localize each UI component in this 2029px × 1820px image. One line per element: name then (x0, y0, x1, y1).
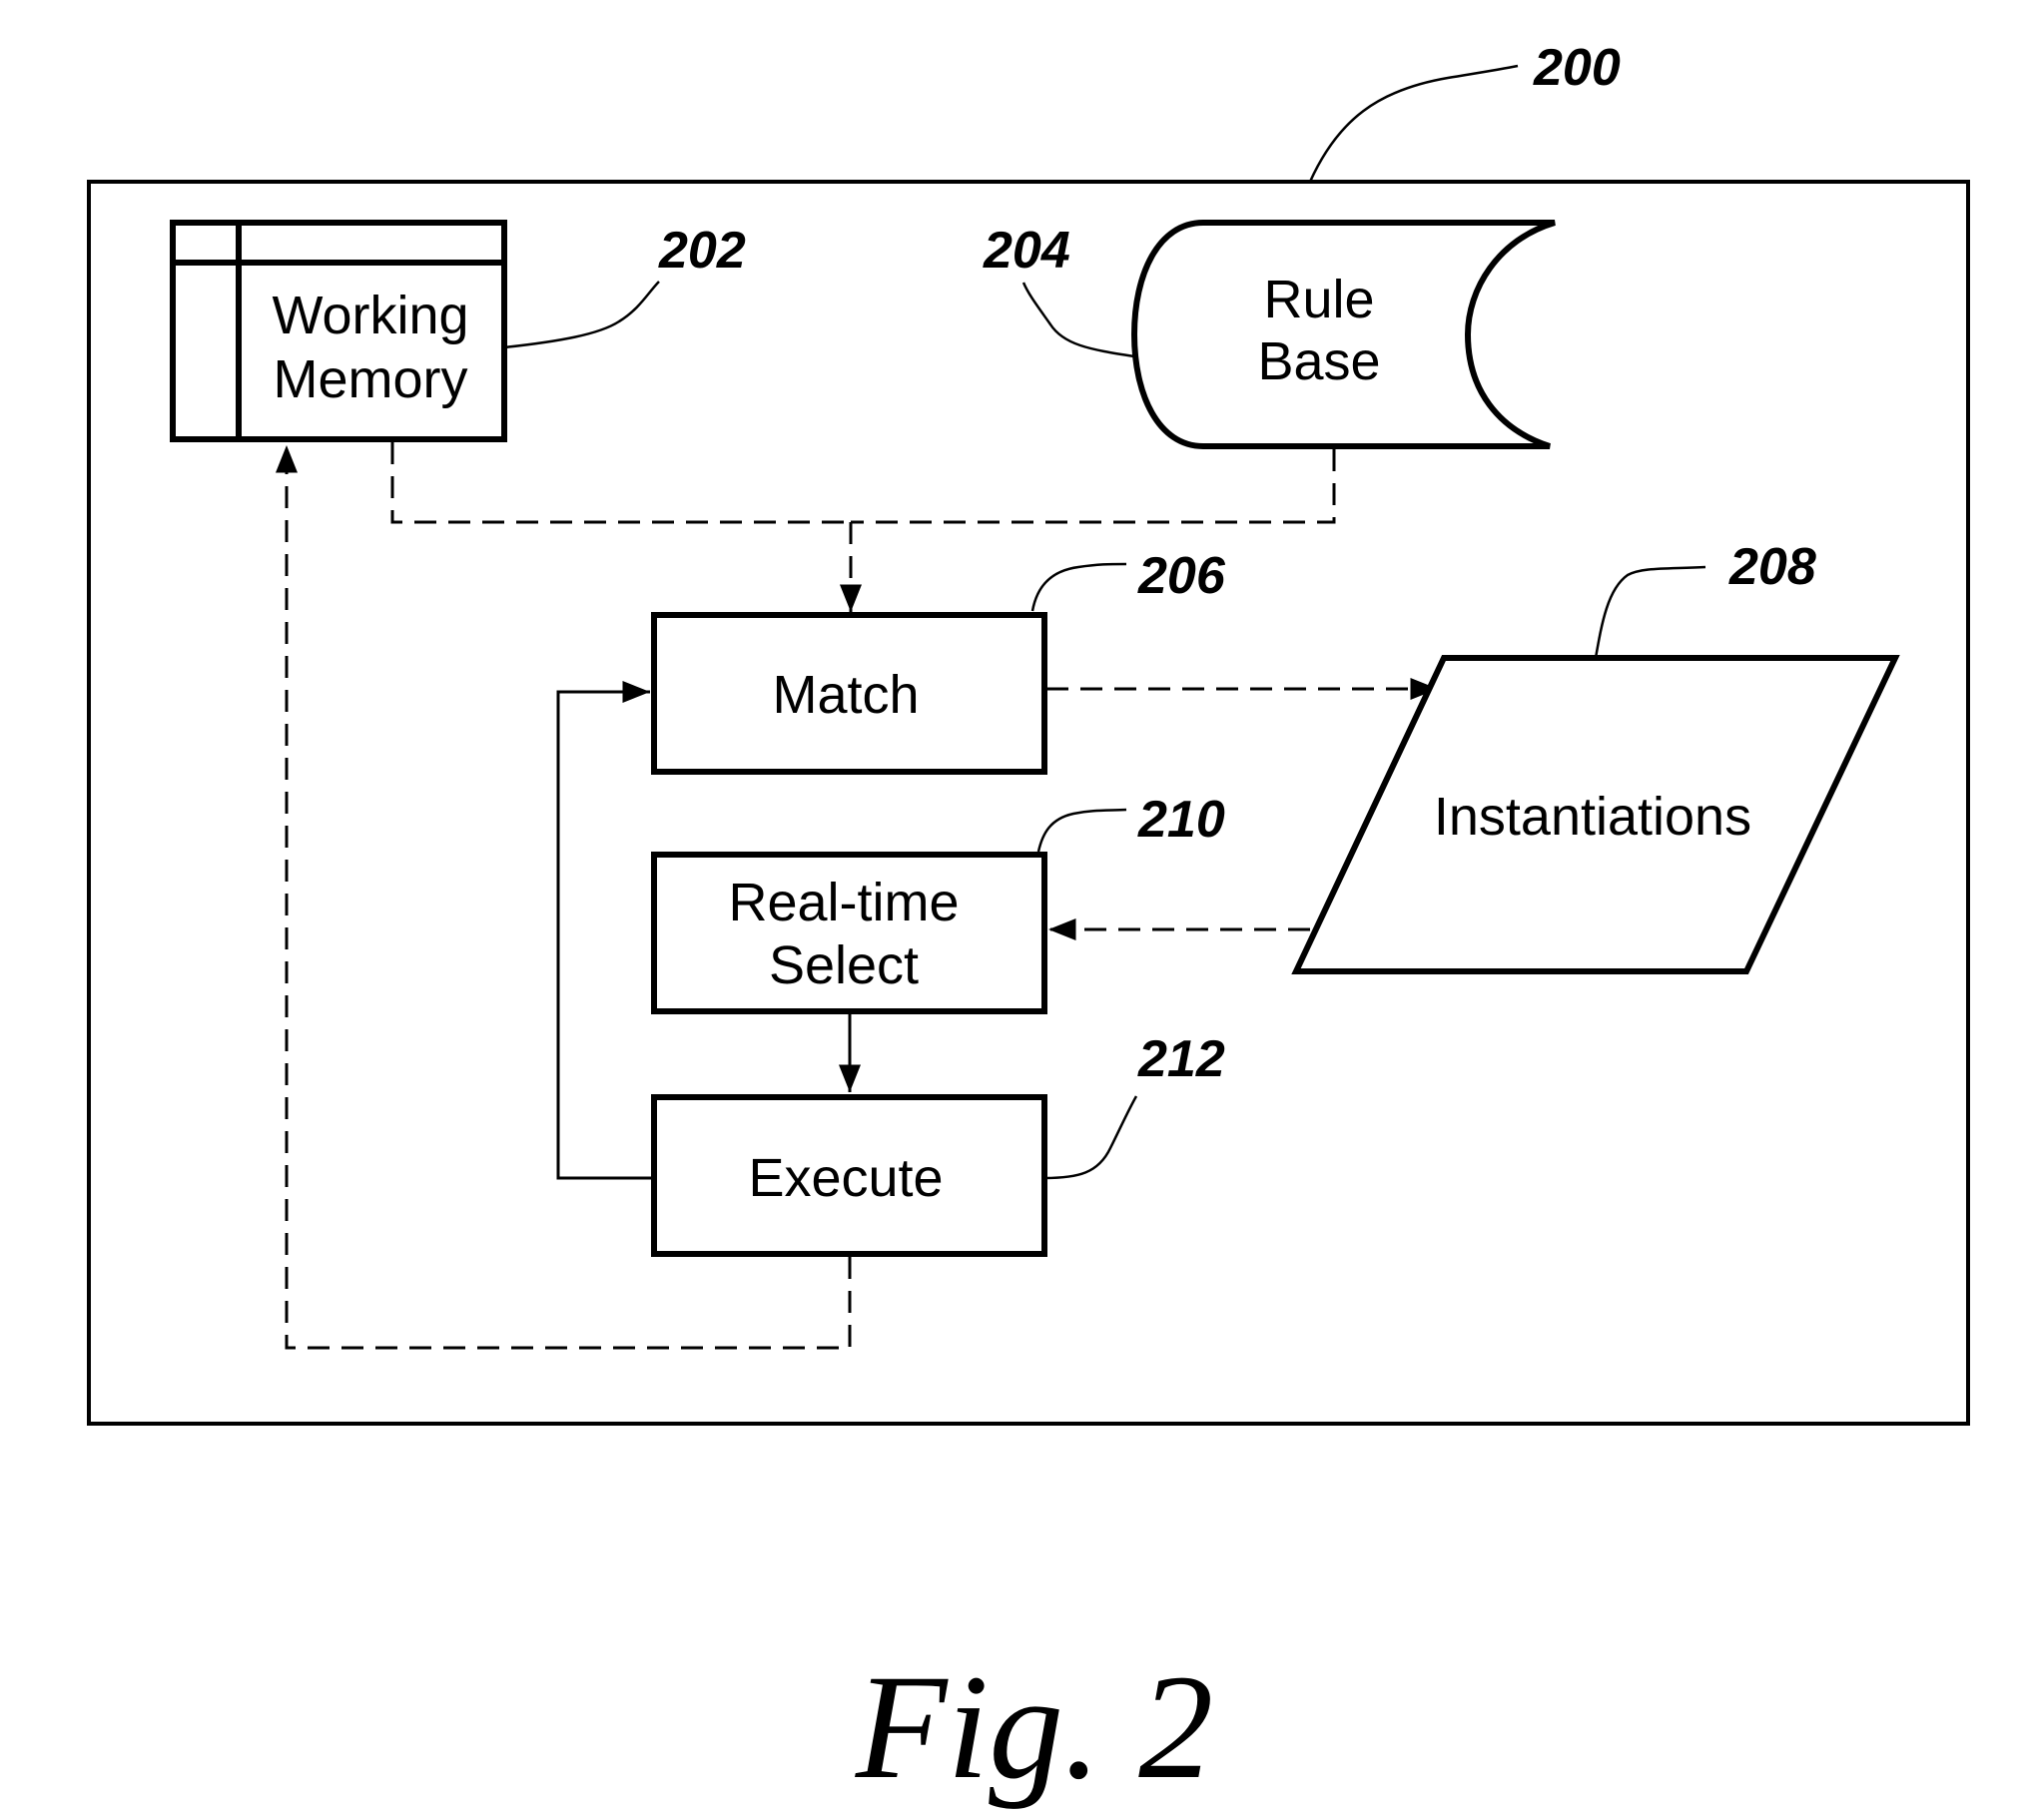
execute-to-match-loop-arrow (556, 681, 654, 1180)
rule-base-label-line2: Base (1257, 331, 1380, 391)
frame-reference-label: 200 (1533, 39, 1621, 97)
rule-base-leader-line (1021, 282, 1135, 358)
working-memory-label-line2: Memory (273, 349, 467, 409)
working-memory-reference-label: 202 (658, 222, 746, 280)
working-memory-leader-line (503, 281, 660, 349)
instantiations-label: Instantiations (1434, 787, 1751, 847)
match-leader-line (1030, 562, 1127, 612)
real-time-select-label-line2: Select (769, 935, 919, 995)
execute-node: Execute (651, 1094, 1047, 1257)
match-label: Match (772, 665, 919, 725)
real-time-select-label-line1: Real-time (728, 873, 959, 932)
rule-base-node: Rule Base (1130, 220, 1556, 449)
frame-leader-line (1308, 64, 1519, 183)
working-memory-to-match-dashed-line (390, 442, 851, 524)
match-reference-label: 206 (1137, 547, 1226, 605)
working-memory-label-line1: Working (272, 286, 468, 345)
figure-caption: Fig. 2 (855, 1644, 1213, 1810)
real-time-select-reference-label: 210 (1137, 791, 1225, 849)
instantiations-reference-label: 208 (1728, 538, 1816, 596)
execute-leader-line (1043, 1095, 1138, 1180)
match-node: Match (651, 612, 1047, 775)
instantiations-node: Instantiations (1291, 655, 1900, 974)
execute-reference-label: 212 (1137, 1030, 1225, 1088)
rule-base-to-match-dashed-line (851, 449, 1336, 524)
rule-base-reference-label: 204 (983, 222, 1070, 280)
real-time-select-leader-line (1036, 808, 1127, 853)
rule-base-label-line1: Rule (1263, 270, 1374, 329)
real-time-select-node: Real-time Select (651, 852, 1047, 1014)
rule-engine-diagram: 200 Working Memory 202 Rule Base 204 Mat… (87, 39, 1970, 1810)
execute-label: Execute (748, 1148, 943, 1208)
instantiations-leader-line (1594, 565, 1706, 659)
working-memory-node: Working Memory (170, 220, 507, 442)
